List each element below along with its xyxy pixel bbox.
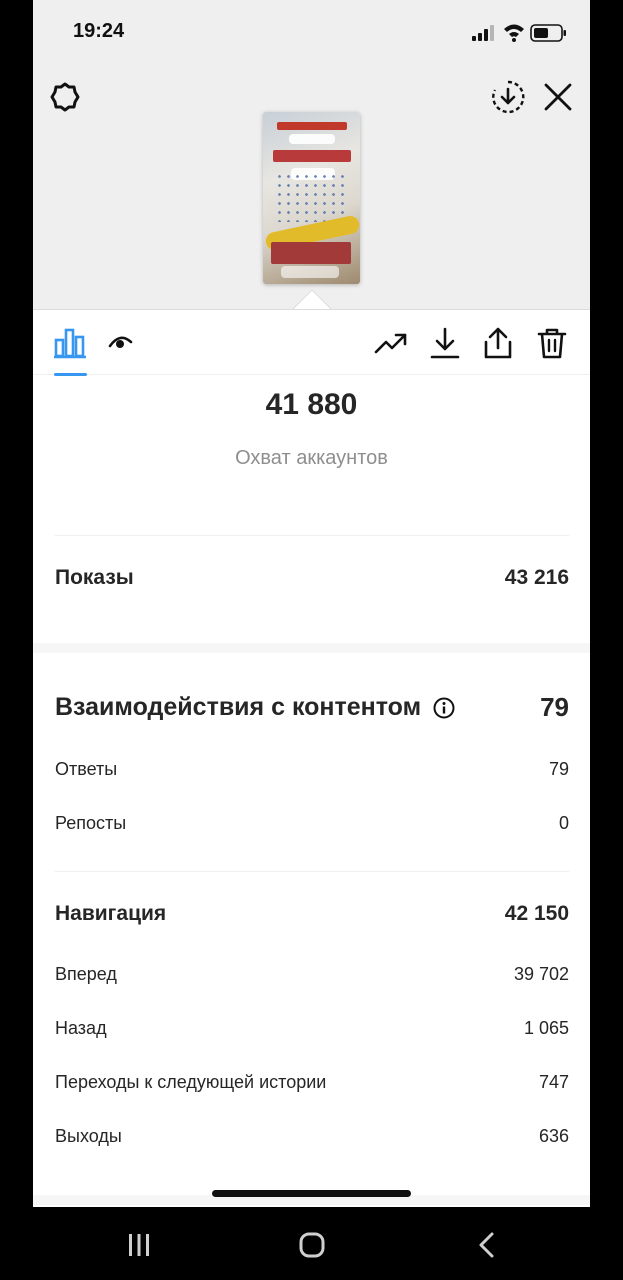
section-gap — [33, 643, 590, 653]
battery-icon — [530, 24, 566, 42]
back-icon[interactable] — [472, 1230, 502, 1260]
thumbnail-graphic — [281, 266, 339, 278]
eye-icon[interactable] — [105, 326, 139, 360]
interactions-label: Взаимодействия с контентом — [55, 693, 422, 721]
thumbnail-graphic — [273, 150, 351, 162]
reposts-label: Репосты — [55, 813, 127, 833]
trending-icon[interactable] — [374, 326, 408, 360]
thumbnail-graphic — [289, 134, 335, 144]
phone-screen: 19:24 41 880 Охват аккаунтов Показы 43 2… — [33, 0, 590, 1207]
active-tab-indicator — [54, 373, 87, 376]
reach-value: 41 880 — [265, 388, 358, 421]
bar-chart-icon[interactable] — [53, 326, 87, 360]
impressions-label: Показы — [55, 566, 134, 589]
impressions-row: Показы 43 216 — [55, 566, 569, 590]
story-header: 19:24 — [33, 0, 590, 309]
download-circle-icon[interactable] — [491, 80, 525, 114]
navigation-label: Навигация — [55, 902, 167, 925]
divider — [55, 535, 569, 536]
interactions-value: 79 — [540, 692, 569, 722]
impressions-value: 43 216 — [504, 566, 569, 589]
exits-label: Выходы — [55, 1126, 122, 1146]
list-item: Ответы 79 — [55, 759, 569, 780]
close-icon[interactable] — [542, 81, 574, 113]
navigation-row: Навигация 42 150 — [55, 902, 569, 926]
list-item: Назад 1 065 — [55, 1018, 569, 1039]
list-item: Вперед 39 702 — [55, 964, 569, 985]
thumbnail-graphic — [277, 122, 347, 130]
list-item: Репосты 0 — [55, 813, 569, 834]
share-icon[interactable] — [481, 326, 515, 360]
cellular-signal-icon — [472, 25, 494, 41]
recents-icon[interactable] — [124, 1230, 154, 1260]
download-icon[interactable] — [428, 326, 462, 360]
wifi-icon — [504, 24, 524, 42]
story-thumbnail[interactable] — [263, 112, 360, 284]
divider — [55, 871, 569, 872]
reposts-value: 0 — [558, 813, 569, 833]
replies-label: Ответы — [55, 759, 118, 779]
thumbnail-graphic — [271, 242, 351, 264]
reach-label: Охват аккаунтов — [235, 447, 388, 469]
next-story-label: Переходы к следующей истории — [55, 1072, 327, 1092]
info-icon[interactable] — [433, 697, 455, 719]
back-value: 1 065 — [523, 1018, 569, 1038]
forward-label: Вперед — [55, 964, 117, 984]
thumbnail-graphic — [275, 172, 349, 222]
forward-value: 39 702 — [513, 964, 569, 984]
trash-icon[interactable] — [535, 326, 569, 360]
interactions-row: Взаимодействия с контентом 79 — [55, 692, 569, 723]
list-item: Переходы к следующей истории 747 — [55, 1072, 569, 1093]
android-nav-bar — [0, 1207, 623, 1280]
navigation-value: 42 150 — [504, 902, 569, 925]
home-icon[interactable] — [297, 1230, 327, 1260]
exits-value: 636 — [538, 1126, 569, 1146]
list-item: Выходы 636 — [55, 1126, 569, 1147]
back-label: Назад — [55, 1018, 107, 1038]
replies-value: 79 — [548, 759, 569, 779]
next-story-value: 747 — [538, 1072, 569, 1092]
insights-toolbar — [33, 309, 590, 376]
home-indicator[interactable] — [212, 1190, 411, 1197]
status-time: 19:24 — [73, 20, 125, 42]
gear-icon[interactable] — [49, 81, 81, 113]
